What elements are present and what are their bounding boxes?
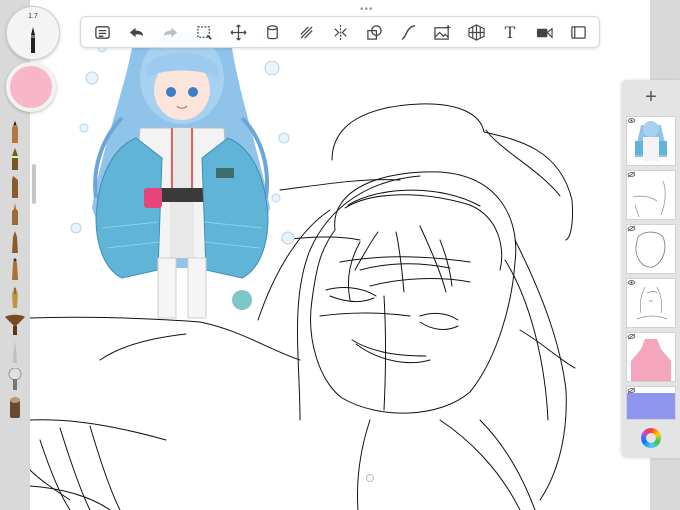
text-tool-button[interactable]: T [497, 19, 523, 45]
brush-felt-tip[interactable] [0, 228, 30, 256]
fan-brush-icon [5, 315, 25, 336]
guides-icon [299, 25, 313, 39]
color-wheel-button[interactable] [641, 428, 661, 448]
marker-icon [12, 175, 18, 198]
symmetry-icon [333, 24, 347, 40]
layer-pink-fill[interactable] [626, 332, 676, 382]
redo-button[interactable] [157, 19, 183, 45]
curve-button[interactable] [395, 19, 421, 45]
transform-button[interactable] [225, 19, 251, 45]
menu-icon [94, 25, 110, 39]
current-color-puck[interactable] [6, 62, 56, 112]
brush-chisel-marker[interactable] [0, 173, 30, 201]
video-icon [536, 27, 553, 39]
transform-icon [230, 24, 246, 40]
add-layer-button[interactable]: + [622, 84, 680, 110]
brush-library [0, 118, 30, 421]
layer-blue-fill[interactable] [626, 386, 676, 420]
layers-panel: + [622, 80, 680, 458]
ink-pen-icon [12, 148, 18, 171]
fill-button[interactable] [259, 19, 285, 45]
fine-liner-icon [13, 340, 17, 363]
brush-size-value: 1.7 [28, 13, 38, 20]
technical-pen-icon [12, 203, 18, 226]
time-lapse-button[interactable] [531, 19, 557, 45]
canvas-grip-handle[interactable]: ••• [360, 4, 374, 15]
airbrush-icon [12, 258, 18, 281]
brush-smudge-stump[interactable] [0, 393, 30, 421]
image-import-button[interactable] [429, 19, 455, 45]
brush-round-brush[interactable] [0, 366, 30, 394]
brush-ink-pen[interactable] [0, 146, 30, 174]
perspective-button[interactable] [463, 19, 489, 45]
shapes-icon [366, 24, 382, 40]
fullscreen-button[interactable] [565, 19, 591, 45]
brush-fine-liner[interactable] [0, 338, 30, 366]
smudge-icon [10, 396, 20, 418]
layer-visible-icon[interactable] [627, 279, 636, 286]
canvas-page-indicator [366, 474, 374, 482]
brush-panel-handle[interactable] [32, 164, 36, 204]
image-import-icon [433, 24, 451, 40]
layer-reference-image[interactable] [626, 116, 676, 166]
redo-icon [163, 27, 177, 37]
drawing-canvas[interactable]: ••• [30, 0, 650, 510]
layer-hidden-icon[interactable] [627, 387, 636, 394]
layer-thumbnail [636, 286, 668, 320]
brush-fountain-pen[interactable] [0, 283, 30, 311]
menu-button[interactable] [89, 19, 115, 45]
fullscreen-icon [570, 25, 586, 39]
curve-icon [401, 24, 415, 40]
layer-thumbnail [635, 231, 666, 268]
shapes-button[interactable] [361, 19, 387, 45]
undo-icon [129, 27, 143, 37]
layer-character-sketch[interactable] [626, 278, 676, 328]
brush-airbrush[interactable] [0, 256, 30, 284]
layer-hidden-icon[interactable] [627, 333, 636, 340]
selection-icon [196, 25, 212, 40]
perspective-icon [467, 23, 485, 41]
layer-line-sketch[interactable] [626, 170, 676, 220]
fountain-pen-icon [12, 285, 18, 308]
felt-tip-icon [12, 230, 18, 253]
layer-thumbnail [631, 339, 671, 381]
round-brush-icon [8, 368, 22, 391]
fill-icon [266, 24, 278, 39]
brush-technical-pen[interactable] [0, 201, 30, 229]
guides-button[interactable] [293, 19, 319, 45]
layer-hidden-icon[interactable] [627, 171, 636, 178]
undo-button[interactable] [123, 19, 149, 45]
layer-thumbnail [635, 121, 667, 161]
brush-pencil[interactable] [0, 118, 30, 146]
layer-head-circle[interactable] [626, 224, 676, 274]
reference-character-image [70, 25, 295, 319]
brush-fan-brush[interactable] [0, 311, 30, 339]
symmetry-button[interactable] [327, 19, 353, 45]
layer-thumbnail [632, 180, 666, 218]
brush-size-puck[interactable]: 1.7 [6, 6, 60, 60]
selection-button[interactable] [191, 19, 217, 45]
pencil-icon [31, 27, 35, 53]
pencil-brush-icon [12, 120, 18, 143]
layer-visible-icon[interactable] [627, 117, 636, 124]
top-toolbar: T [80, 16, 600, 48]
layer-hidden-icon[interactable] [627, 225, 636, 232]
